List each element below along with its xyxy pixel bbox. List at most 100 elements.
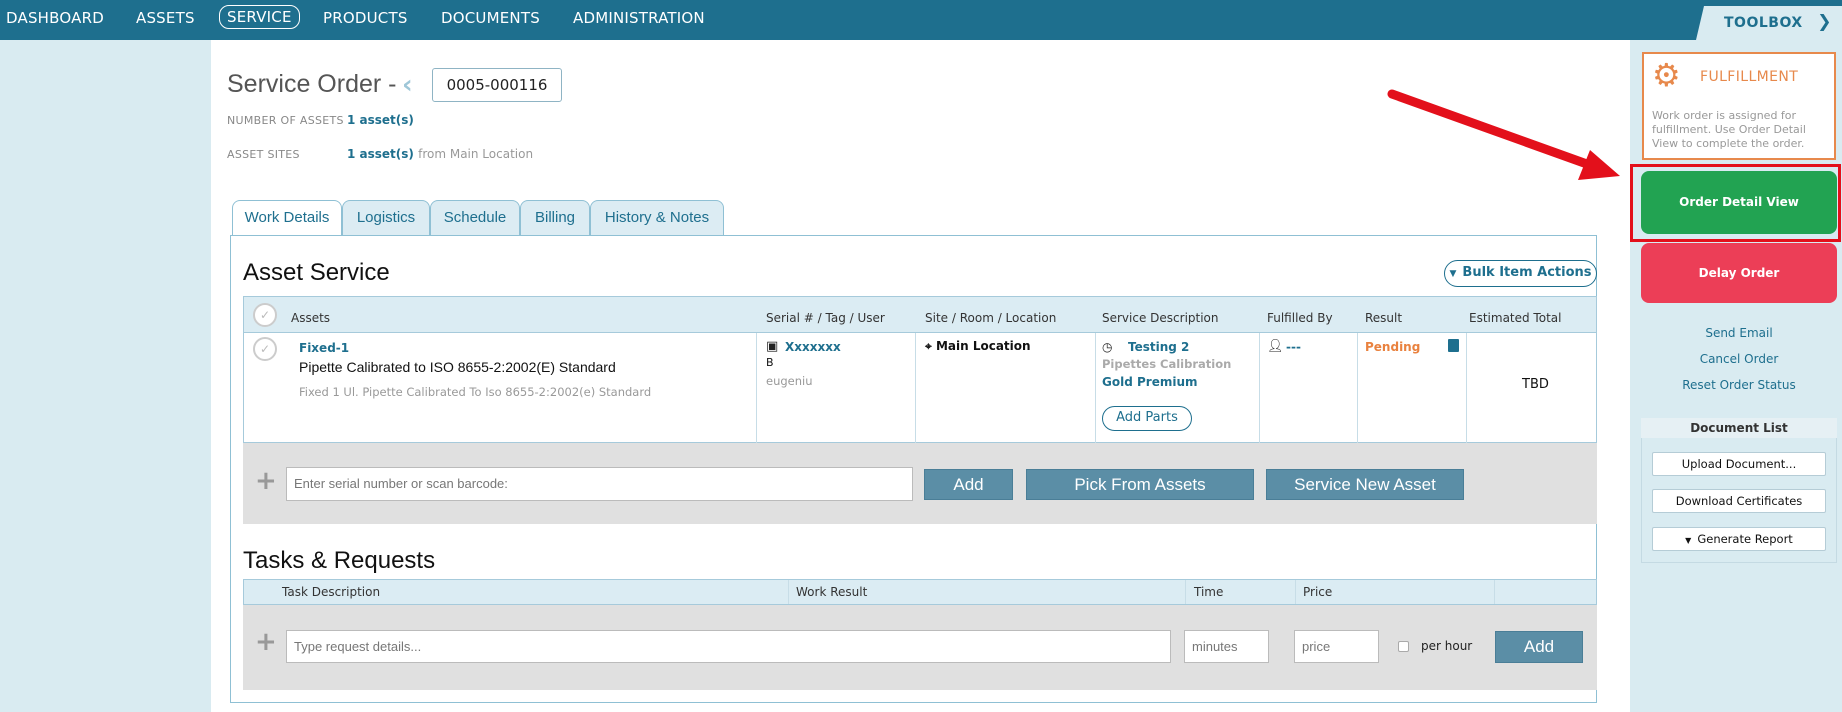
per-hour-label: per hour	[1421, 639, 1473, 653]
tab-schedule[interactable]: Schedule	[430, 200, 520, 236]
upload-document-button[interactable]: Upload Document...	[1652, 452, 1826, 476]
col-task-description: Task Description	[282, 585, 381, 599]
col-location: Site / Room / Location	[925, 311, 1057, 325]
nav-service[interactable]: SERVICE	[219, 5, 300, 29]
row-divider	[1095, 333, 1096, 443]
col-time: Time	[1194, 585, 1224, 599]
document-list-title: Document List	[1641, 418, 1837, 438]
add-task-button[interactable]: Add	[1495, 631, 1583, 663]
row-checkbox[interactable]: ✓	[253, 337, 277, 361]
top-nav: DASHBOARD ASSETS SERVICE PRODUCTS DOCUME…	[0, 0, 1842, 40]
user-icon: 👤︎	[1267, 339, 1284, 354]
num-assets-value[interactable]: 1 asset(s)	[347, 113, 414, 127]
bulk-item-actions-button[interactable]: ▼ Bulk Item Actions	[1444, 260, 1597, 287]
col-fulfilled-by: Fulfilled By	[1267, 311, 1333, 325]
asset-user: eugeniu	[766, 374, 813, 388]
asset-sites-count[interactable]: 1 asset(s)	[347, 147, 414, 161]
add-parts-button[interactable]: Add Parts	[1102, 406, 1192, 431]
asset-name: Pipette Calibrated to ISO 8655-2:2002(E)…	[299, 359, 616, 375]
tab-history-notes[interactable]: History & Notes	[590, 200, 724, 236]
col-estimated-total: Estimated Total	[1469, 311, 1562, 325]
order-detail-view-button[interactable]: Order Detail View	[1641, 171, 1837, 234]
location-name: Main Location	[935, 339, 1031, 353]
col-work-result: Work Result	[796, 585, 868, 599]
select-all-checkbox[interactable]: ✓	[253, 303, 277, 327]
chevron-right-icon: ❯	[1817, 12, 1832, 32]
tasks-title: Tasks & Requests	[243, 547, 436, 574]
num-assets-label: NUMBER OF ASSETS	[227, 114, 344, 127]
price-input[interactable]: price	[1294, 630, 1379, 663]
asset-table-header: ✓ Assets Serial # / Tag / User Site / Ro…	[243, 296, 1597, 333]
download-certificates-button[interactable]: Download Certificates	[1652, 489, 1826, 513]
service-type: Pipettes Calibration	[1102, 357, 1232, 371]
asset-service-title: Asset Service	[243, 259, 390, 286]
generate-report-label: Generate Report	[1697, 532, 1793, 546]
add-asset-button[interactable]: Add	[924, 469, 1013, 500]
serial-input[interactable]: Enter serial number or scan barcode:	[286, 467, 913, 501]
fulfillment-title: FULFILLMENT	[1700, 69, 1799, 85]
header-divider	[788, 580, 789, 604]
asset-sites-label: ASSET SITES	[227, 148, 300, 161]
plus-icon: +	[255, 627, 277, 657]
estimated-total: TBD	[1522, 377, 1549, 392]
document-icon[interactable]	[1448, 339, 1459, 352]
pick-from-assets-button[interactable]: Pick From Assets	[1026, 469, 1254, 500]
generate-report-button[interactable]: ▼ Generate Report	[1652, 527, 1826, 551]
header-divider	[1494, 580, 1495, 604]
result-status: Pending	[1365, 340, 1421, 354]
header-divider	[1295, 580, 1296, 604]
row-divider	[1357, 333, 1358, 443]
send-email-link[interactable]: Send Email	[1640, 326, 1838, 340]
add-asset-bar: + Enter serial number or scan barcode: A…	[243, 443, 1597, 524]
nav-administration[interactable]: ADMINISTRATION	[573, 9, 705, 27]
asset-tag: B	[766, 356, 774, 369]
header-divider	[1185, 580, 1186, 604]
per-hour-checkbox[interactable]	[1398, 641, 1409, 652]
asset-description: Fixed 1 Ul. Pipette Calibrated To Iso 86…	[299, 385, 652, 399]
chevron-left-icon[interactable]: ‹	[402, 70, 413, 100]
service-new-asset-button[interactable]: Service New Asset	[1266, 469, 1464, 500]
col-service-description: Service Description	[1102, 311, 1219, 325]
map-pin-icon: ⌖	[925, 339, 932, 353]
tab-logistics[interactable]: Logistics	[342, 200, 430, 236]
service-plan: Gold Premium	[1102, 375, 1198, 389]
location-cell: ⌖ Main Location	[925, 339, 1031, 354]
fulfillment-text: Work order is assigned for fulfillment. …	[1652, 109, 1806, 150]
annotation-arrow	[1387, 89, 1620, 180]
nav-products[interactable]: PRODUCTS	[323, 9, 408, 27]
tab-billing[interactable]: Billing	[520, 200, 590, 236]
fulfillment-card: ⚙ FULFILLMENT Work order is assigned for…	[1642, 52, 1836, 160]
serial-link[interactable]: Xxxxxxx	[785, 340, 841, 354]
bulk-item-actions-label: Bulk Item Actions	[1462, 265, 1592, 280]
order-number-field[interactable]: 0005-000116	[432, 68, 562, 102]
service-name-link[interactable]: Testing 2	[1128, 340, 1189, 354]
col-result: Result	[1365, 311, 1403, 325]
row-divider	[1259, 333, 1260, 443]
tasks-table-header: Task Description Work Result Time Price	[243, 579, 1597, 605]
row-divider	[915, 333, 916, 443]
row-divider	[1466, 333, 1467, 443]
tab-work-details[interactable]: Work Details	[232, 200, 342, 237]
col-price: Price	[1303, 585, 1333, 599]
minutes-input[interactable]: minutes	[1184, 630, 1269, 663]
request-details-input[interactable]: Type request details...	[286, 630, 1171, 663]
row-divider	[756, 333, 757, 443]
caret-down-icon: ▼	[1685, 536, 1692, 545]
clock-icon: ◷	[1102, 340, 1113, 354]
delay-order-button[interactable]: Delay Order	[1641, 243, 1837, 303]
plus-icon: +	[255, 466, 277, 496]
cancel-order-link[interactable]: Cancel Order	[1640, 352, 1838, 366]
box-icon: ▣	[766, 339, 779, 354]
page-title: Service Order -	[227, 70, 397, 98]
reset-order-status-link[interactable]: Reset Order Status	[1640, 378, 1838, 392]
toolbox-tab[interactable]: TOOLBOX ❯	[1696, 6, 1842, 40]
asset-id-link[interactable]: Fixed-1	[299, 341, 349, 355]
table-row: ✓ Fixed-1 Pipette Calibrated to ISO 8655…	[243, 333, 1597, 443]
nav-dashboard[interactable]: DASHBOARD	[6, 9, 104, 27]
col-assets: Assets	[291, 311, 331, 325]
nav-assets[interactable]: ASSETS	[136, 9, 195, 27]
fulfilled-by-value[interactable]: ---	[1286, 340, 1301, 354]
nav-documents[interactable]: DOCUMENTS	[441, 9, 540, 27]
col-serial: Serial # / Tag / User	[766, 311, 885, 325]
asset-sites-value: 1 asset(s) from Main Location	[347, 147, 533, 161]
